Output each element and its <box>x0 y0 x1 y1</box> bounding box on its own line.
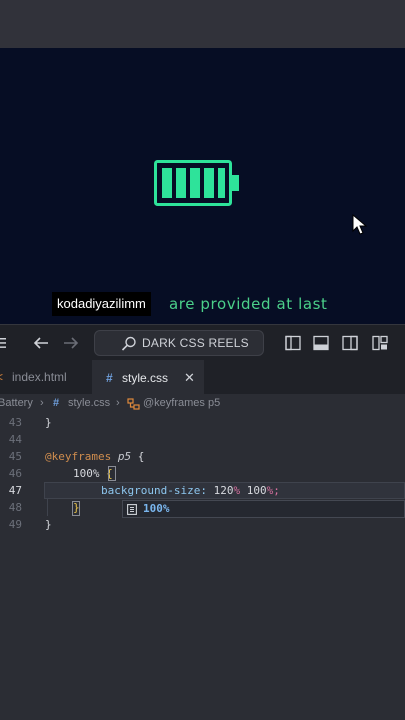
value-suggestion-icon <box>127 504 137 515</box>
forward-arrow-icon[interactable] <box>62 335 80 351</box>
command-search-box[interactable]: DARK CSS REELS <box>94 330 264 356</box>
bracket-match-box <box>108 466 116 481</box>
breadcrumb-symbol[interactable]: @keyframes p5 <box>143 397 220 409</box>
back-arrow-icon[interactable] <box>32 335 50 351</box>
preview-pane <box>0 48 405 324</box>
breadcrumb: Battery › # style.css › @keyframes p5 <box>0 394 405 414</box>
caption: kodadiyazilimm are provided at last <box>0 292 405 316</box>
code-line: 49 } <box>0 516 405 533</box>
keyframes-name: p5 <box>117 450 132 463</box>
code-line: 47 background-size: 120% 100%; <box>0 482 405 499</box>
code-text: 100% { <box>73 465 113 482</box>
toggle-primary-sidebar-icon[interactable] <box>285 335 301 351</box>
chevron-right-icon: › <box>116 397 120 409</box>
html-file-icon: < <box>0 360 3 394</box>
brace: { <box>137 450 145 463</box>
code-line: 44 <box>0 431 405 448</box>
caption-subtitle: are provided at last <box>169 295 328 313</box>
caption-username: kodadiyazilimm <box>52 292 151 316</box>
tab-style-css[interactable]: # style.css ✕ <box>92 360 204 395</box>
tab-label: index.html <box>12 370 67 384</box>
keyframe-selector: 100% <box>73 467 100 480</box>
line-number: 49 <box>8 518 22 531</box>
code-line: 45 @keyframes p5 { <box>0 448 405 465</box>
code-line: 43 } <box>0 414 405 431</box>
breadcrumb-file[interactable]: style.css <box>68 397 110 409</box>
code-line: 46 100% { <box>0 465 405 482</box>
toggle-secondary-sidebar-icon[interactable] <box>342 335 358 351</box>
tab-label: style.css <box>122 371 169 385</box>
at-rule-keyword: @keyframes <box>45 450 112 463</box>
close-icon[interactable]: ✕ <box>184 361 195 395</box>
customize-layout-icon[interactable] <box>372 335 388 351</box>
title-bar: DARK CSS REELS <box>0 324 405 361</box>
css-property: background-size: <box>101 484 207 497</box>
value-unit: %; <box>266 484 280 497</box>
code-editor[interactable]: 43 } 44 45 @keyframes p5 { 46 100% { 47 … <box>0 414 405 720</box>
editor-tabs: < index.html # style.css ✕ <box>0 360 405 395</box>
battery-icon <box>154 160 239 206</box>
value-number: 100 <box>246 484 267 497</box>
line-number: 46 <box>8 467 22 480</box>
css-hash-icon: # <box>53 397 60 409</box>
code-text: @keyframes p5 { <box>45 448 144 465</box>
video-top-band <box>0 0 405 48</box>
value-number: 120 <box>213 484 234 497</box>
tab-index-html[interactable]: < index.html <box>0 360 92 394</box>
chevron-right-icon: › <box>40 397 44 409</box>
autocomplete-suggestion[interactable]: 100% <box>122 500 405 518</box>
mouse-cursor-icon <box>352 214 368 235</box>
line-number: 47 <box>8 484 22 497</box>
css-hash-icon: # <box>106 371 113 385</box>
search-icon <box>121 336 136 351</box>
line-number: 45 <box>8 450 22 463</box>
line-number: 43 <box>8 416 22 429</box>
code-text: } <box>45 518 52 531</box>
symbol-keyframes-icon <box>127 398 140 410</box>
line-number: 48 <box>8 501 22 514</box>
code-text: } <box>45 416 52 429</box>
toggle-panel-icon[interactable] <box>313 335 329 351</box>
search-label: DARK CSS REELS <box>142 336 249 350</box>
breadcrumb-folder[interactable]: Battery <box>0 397 33 409</box>
suggestion-text: 100% <box>143 502 170 515</box>
menu-icon[interactable] <box>0 337 6 349</box>
code-text: background-size: 120% 100%; <box>101 482 280 499</box>
value-unit: % <box>233 484 241 497</box>
bracket-match-box <box>72 501 80 516</box>
line-number: 44 <box>8 433 22 446</box>
